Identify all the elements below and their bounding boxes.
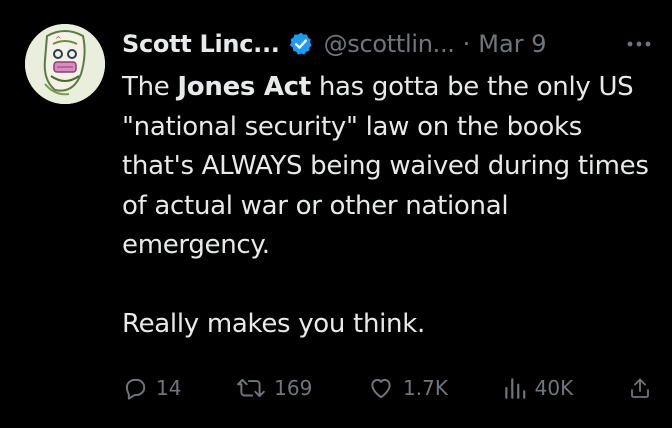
avatar[interactable]: ^	[25, 24, 105, 104]
like-icon	[371, 378, 391, 399]
reply-icon	[125, 378, 146, 400]
author-name[interactable]: Scott Linc...	[122, 30, 280, 58]
tweet-date[interactable]: Mar 9	[478, 30, 546, 58]
repost-icon	[237, 379, 265, 398]
views-button[interactable]: 40K	[503, 375, 574, 401]
like-button[interactable]: 1.7K	[367, 375, 448, 401]
author-handle[interactable]: @scottlin...	[324, 30, 455, 58]
bold-phrase: Jones Act	[177, 72, 311, 102]
share-button[interactable]	[628, 375, 652, 401]
verified-badge-icon[interactable]	[288, 31, 314, 57]
tweet[interactable]: ^ Scott Linc... @scottlin... · Mar 9 The…	[0, 0, 672, 428]
tweet-paragraph-2: Really makes you think.	[122, 309, 425, 339]
avatar-image: ^	[25, 24, 105, 104]
like-count: 1.7K	[403, 376, 448, 400]
more-dots-icon[interactable]	[626, 26, 652, 62]
views-count: 40K	[534, 376, 574, 400]
share-icon	[631, 378, 649, 398]
repost-count: 169	[274, 376, 313, 400]
action-bar: 14 169 1.7K 40K	[122, 370, 652, 406]
tweet-text: The Jones Act has gotta be the only US "…	[122, 68, 652, 345]
reply-count: 14	[156, 376, 182, 400]
separator-dot: ·	[462, 30, 471, 58]
reply-button[interactable]: 14	[122, 375, 181, 401]
tweet-paragraph-1: The Jones Act has gotta be the only US "…	[122, 72, 649, 260]
repost-button[interactable]: 169	[236, 375, 312, 401]
svg-text:^: ^	[55, 35, 62, 44]
views-icon	[504, 378, 525, 399]
tweet-header: Scott Linc... @scottlin... · Mar 9	[122, 26, 652, 62]
